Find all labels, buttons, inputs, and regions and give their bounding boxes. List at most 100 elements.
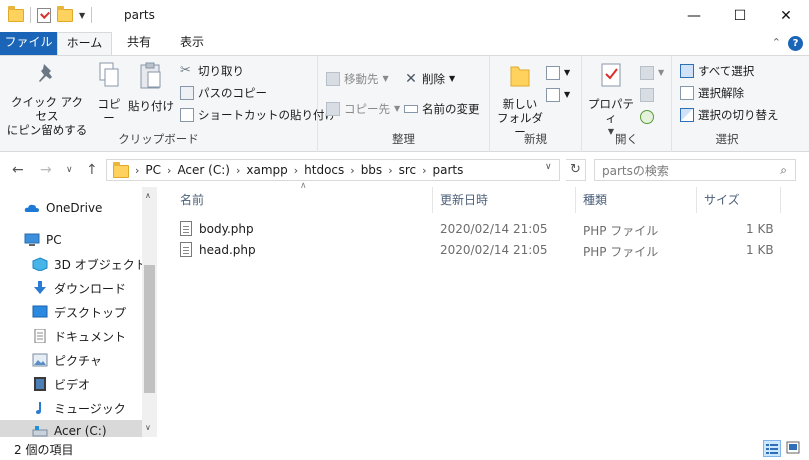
maximize-button[interactable]: ☐ (717, 0, 763, 32)
copy-path-button[interactable]: パスのコピー (180, 84, 267, 102)
open-button[interactable]: ▼ (640, 64, 664, 82)
chevron-right-icon[interactable]: › (236, 164, 240, 177)
cut-button[interactable]: ✂ 切り取り (180, 62, 244, 80)
copy-to-button[interactable]: コピー先 ▼ (326, 100, 400, 118)
forward-arrow-icon[interactable]: → (40, 162, 52, 178)
select-all-button[interactable]: すべて選択 (680, 62, 754, 80)
scrollbar-thumb[interactable] (144, 265, 155, 393)
address-dropdown-icon[interactable]: ∨ (545, 162, 552, 172)
rename-button[interactable]: 名前の変更 (404, 100, 480, 118)
paste-shortcut-button[interactable]: ショートカットの貼り付け (180, 106, 336, 124)
chevron-right-icon[interactable]: › (388, 164, 392, 177)
breadcrumb-pc[interactable]: PC (145, 163, 161, 177)
breadcrumb-parts[interactable]: parts (433, 163, 464, 177)
edit-button[interactable] (640, 86, 654, 104)
paste-shortcut-label: ショートカットの貼り付け (198, 108, 336, 122)
column-header-modified[interactable]: 更新日時 (440, 187, 488, 213)
paste-button[interactable]: 貼り付け (128, 62, 174, 113)
back-arrow-icon[interactable]: ← (12, 162, 24, 178)
nav-item-documents[interactable]: ドキュメント (0, 325, 142, 347)
table-row[interactable]: body.php 2020/02/14 21:05 PHP ファイル 1 KB (172, 219, 782, 240)
copy-button[interactable]: コピー (92, 62, 126, 125)
column-header-type[interactable]: 種類 (583, 187, 607, 213)
breadcrumb-drive[interactable]: Acer (C:) (177, 163, 230, 177)
nav-item-onedrive[interactable]: OneDrive (0, 197, 142, 219)
documents-icon (34, 329, 46, 343)
php-file-icon (180, 242, 192, 257)
new-folder-icon (510, 66, 530, 87)
chevron-right-icon[interactable]: › (422, 164, 426, 177)
chevron-right-icon[interactable]: › (350, 164, 354, 177)
column-divider[interactable] (696, 187, 697, 213)
new-folder-icon[interactable] (57, 5, 73, 22)
address-bar[interactable]: › PC › Acer (C:) › xampp › htdocs › bbs … (106, 159, 560, 181)
chevron-right-icon[interactable]: › (294, 164, 298, 177)
paste-icon (140, 62, 161, 89)
breadcrumb-htdocs[interactable]: htdocs (304, 163, 344, 177)
easy-access-button[interactable]: ▼ (546, 86, 570, 104)
pin-quick-access-button[interactable]: クイック アクセス にピン留めする (6, 62, 88, 137)
folder-icon (8, 5, 24, 22)
move-to-button[interactable]: 移動先 ▼ (326, 70, 389, 88)
nav-item-label: ビデオ (54, 377, 91, 392)
nav-pane-scrollbar[interactable]: ∧ ∨ (142, 187, 157, 437)
column-header-size[interactable]: サイズ (704, 187, 740, 213)
new-folder-button[interactable]: 新しい フォルダー (496, 62, 544, 139)
new-item-button[interactable]: ▼ (546, 64, 570, 82)
file-name: body.php (199, 222, 254, 236)
search-input[interactable]: partsの検索 ⌕ (594, 159, 796, 181)
nav-item-downloads[interactable]: ダウンロード (0, 277, 142, 299)
select-group-label: 選択 (715, 132, 739, 146)
tab-share[interactable]: 共有 (117, 32, 161, 55)
refresh-button[interactable]: ↻ (566, 159, 586, 181)
move-to-icon (326, 72, 340, 86)
column-divider[interactable] (575, 187, 576, 213)
copy-icon (99, 62, 119, 87)
file-modified: 2020/02/14 21:05 (440, 222, 548, 236)
tab-home[interactable]: ホーム (57, 32, 112, 55)
nav-item-desktop[interactable]: デスクトップ (0, 301, 142, 323)
collapse-ribbon-icon[interactable]: ⌃ (772, 36, 781, 49)
invert-selection-button[interactable]: 選択の切り替え (680, 106, 779, 124)
organize-group-label: 整理 (392, 132, 415, 146)
nav-item-music[interactable]: ミュージック (0, 397, 142, 419)
nav-item-label: OneDrive (46, 201, 103, 215)
music-icon (36, 402, 41, 414)
chevron-right-icon[interactable]: › (135, 164, 139, 177)
chevron-right-icon[interactable]: › (167, 164, 171, 177)
easy-access-icon (546, 88, 560, 102)
column-divider[interactable] (780, 187, 781, 213)
breadcrumb-bbs[interactable]: bbs (361, 163, 383, 177)
properties-button[interactable]: プロパティ ▼ (586, 62, 636, 139)
nav-item-3d-objects[interactable]: 3D オブジェクト (0, 253, 147, 275)
delete-icon: ✕ (405, 71, 417, 87)
history-button[interactable] (640, 108, 654, 126)
breadcrumb-xampp[interactable]: xampp (246, 163, 287, 177)
scroll-down-icon[interactable]: ∨ (145, 423, 151, 432)
nav-item-videos[interactable]: ビデオ (0, 373, 142, 395)
delete-button[interactable]: ✕ 削除 ▼ (404, 70, 455, 88)
close-button[interactable]: ✕ (763, 0, 809, 32)
properties-icon[interactable] (37, 7, 51, 23)
item-count: 2 個の項目 (14, 443, 74, 457)
nav-item-pictures[interactable]: ピクチャ (0, 349, 142, 371)
customize-toolbar-icon[interactable]: ▼ (79, 11, 85, 20)
nav-item-label: ピクチャ (54, 353, 102, 368)
select-none-button[interactable]: 選択解除 (680, 84, 744, 102)
column-divider[interactable] (432, 187, 433, 213)
tab-file[interactable]: ファイル (0, 32, 57, 55)
nav-item-pc[interactable]: PC (0, 229, 142, 251)
large-icons-view-button[interactable] (785, 440, 803, 457)
scroll-up-icon[interactable]: ∧ (145, 191, 151, 200)
recent-locations-icon[interactable]: ∨ (66, 165, 73, 175)
title-bar: ▼ parts — ☐ ✕ (0, 0, 809, 32)
up-arrow-icon[interactable]: ↑ (86, 162, 98, 178)
tab-view[interactable]: 表示 (167, 32, 217, 55)
column-header-name[interactable]: 名前 (180, 187, 204, 213)
minimize-button[interactable]: — (671, 0, 717, 32)
select-none-label: 選択解除 (698, 86, 744, 100)
breadcrumb-src[interactable]: src (399, 163, 417, 177)
help-icon[interactable]: ? (788, 36, 803, 51)
table-row[interactable]: head.php 2020/02/14 21:05 PHP ファイル 1 KB (172, 240, 782, 261)
details-view-button[interactable] (763, 440, 781, 457)
